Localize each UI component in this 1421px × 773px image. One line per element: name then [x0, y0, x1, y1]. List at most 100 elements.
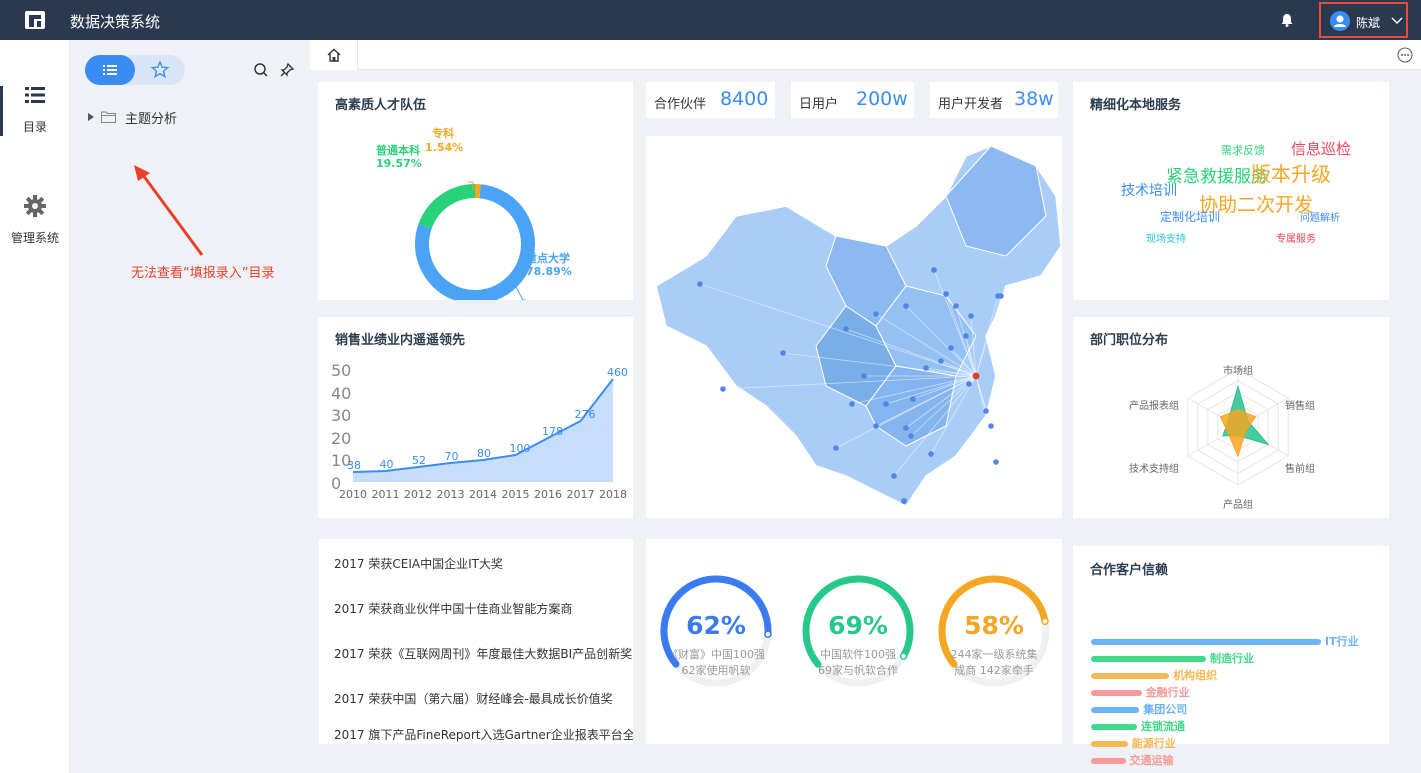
gauge-percent: 62% — [686, 611, 746, 640]
hub-point — [972, 372, 980, 380]
awards-card: 2017 荣获CEIA中国企业IT大奖 2017 荣获商业伙伴中国十佳商业智能方… — [319, 539, 633, 744]
donut-label: 重点大学 — [526, 251, 570, 265]
award-item: 2017 荣获中国（第六届）财经峰会-最具成长价值奖 — [334, 692, 613, 706]
cloud-word: 版本升级 — [1251, 162, 1331, 186]
client-bar — [1091, 639, 1321, 645]
list-icon — [25, 87, 45, 103]
city-point — [849, 401, 855, 407]
data-label: 70 — [445, 450, 459, 463]
city-point — [968, 313, 974, 319]
data-label: 52 — [412, 454, 426, 467]
client-bar — [1091, 656, 1206, 662]
city-point — [908, 433, 914, 439]
city-point — [928, 451, 934, 457]
client-bar — [1091, 673, 1170, 679]
x-tick-label: 2016 — [534, 488, 562, 501]
client-bar — [1091, 741, 1128, 747]
city-point — [923, 365, 929, 371]
data-label: 80 — [477, 447, 491, 460]
pin-icon[interactable] — [279, 62, 295, 78]
favorites-view-button[interactable] — [135, 55, 185, 85]
stat-daily-users: 日用户 200w — [791, 82, 914, 118]
bell-icon[interactable] — [1279, 12, 1295, 28]
user-menu[interactable]: 陈斌 — [1319, 2, 1408, 38]
nav-label: 目录 — [22, 120, 47, 134]
award-item: 2017 荣获《互联网周刊》年度最佳大数据BI产品创新奖 — [334, 647, 633, 661]
city-point — [697, 281, 703, 287]
tab-home[interactable] — [310, 40, 358, 70]
gauge-caption: 244家一级系统集 成商 142家牵手 — [937, 647, 1051, 679]
list-icon — [103, 65, 117, 75]
caret-right-icon — [88, 113, 94, 121]
dashboard-content: 高素质人才队伍 重点大学 78.89% 普通本科 19.57% 专科 1.54% 合作伙伴… — [310, 40, 1421, 773]
leader-line — [515, 286, 526, 300]
data-label: 40 — [380, 458, 394, 471]
stat-label: 合作伙伴 — [654, 97, 707, 112]
client-bar-label: 交通运输 — [1129, 754, 1174, 767]
client-bar-label: 连锁流通 — [1141, 720, 1185, 733]
client-bar — [1091, 707, 1140, 713]
clients-card: 合作客户信赖 IT行业 制造行业 机构组织 金融行业 集团公司 连锁流通 能源行业 交通运输 — [1073, 546, 1389, 767]
more-icon[interactable] — [1397, 47, 1413, 63]
donut-value: 1.54% — [425, 141, 463, 154]
y-tick-label: 50 — [331, 361, 351, 380]
x-tick-label: 2015 — [502, 488, 530, 501]
tab-bar — [310, 40, 1421, 70]
gauge-caption: 《财富》中国100强 62家使用帆软 — [659, 647, 773, 679]
y-tick-label: 40 — [331, 384, 351, 403]
city-point — [873, 423, 879, 429]
city-point — [988, 423, 994, 429]
radar-axis-label: 产品报表组 — [1129, 399, 1179, 412]
list-view-button[interactable] — [85, 55, 135, 85]
stat-value: 8400 — [720, 88, 769, 110]
gauge-caption-line: 69家与帆软合作 — [818, 664, 898, 677]
city-point — [983, 408, 989, 414]
x-tick-label: 2013 — [437, 488, 465, 501]
stat-value: 38w — [1014, 88, 1054, 110]
nav-item-management[interactable]: 管理系统 — [0, 195, 70, 246]
gauge-rings — [660, 575, 1050, 687]
left-nav: 目录 管理系统 — [0, 40, 70, 773]
dept-card: 部门职位分布 市场组 销售组 售前组 产品组 技术支持组 产品报表组 — [1073, 317, 1389, 518]
folder-icon — [101, 111, 116, 123]
talent-card: 高素质人才队伍 重点大学 78.89% 普通本科 19.57% 专科 1.54% — [318, 82, 633, 300]
top-bar: 数据决策系统 陈斌 — [0, 0, 1421, 40]
sales-card: 销售业绩业内遥遥领先 0 10 20 30 40 50 38 40 52 70 80 100 178 27… — [318, 317, 633, 518]
gauge-caption-line: 中国软件100强 — [820, 648, 896, 661]
gauges-card: 62% 《财富》中国100强 62家使用帆软 69% 中国软件100强 69家与帆软… — [646, 539, 1062, 744]
city-point — [780, 350, 786, 356]
card-title: 精细化本地服务 — [1090, 98, 1182, 113]
nav-label: 管理系统 — [10, 231, 59, 245]
annotation-text: 无法查看“填报录入”目录 — [131, 266, 275, 281]
client-bar-label: 金融行业 — [1145, 686, 1190, 699]
client-bar-label: 集团公司 — [1143, 703, 1188, 716]
app-logo-icon[interactable] — [24, 10, 46, 30]
cloud-word: 信息巡检 — [1291, 140, 1352, 158]
data-label: 276 — [575, 408, 596, 421]
y-tick-label: 20 — [331, 429, 351, 448]
talent-donut-chart: 重点大学78.89% 普通本科19.57% 专科1.54% — [376, 126, 572, 300]
app-title: 数据决策系统 — [70, 13, 161, 31]
gauge-caption-line: 成商 142家牵手 — [954, 664, 1034, 677]
gauge-caption-line: 244家一级系统集 — [950, 648, 1038, 661]
gauge-caption: 中国软件100强 69家与帆软合作 — [801, 647, 915, 679]
x-tick-label: 2018 — [599, 488, 627, 501]
award-item: 2017 荣获商业伙伴中国十佳商业智能方案商 — [334, 602, 573, 616]
nav-item-directory[interactable]: 目录 — [0, 86, 70, 135]
radar-axis-label: 产品组 — [1223, 498, 1253, 511]
avatar — [1330, 11, 1350, 31]
search-icon[interactable] — [253, 62, 269, 78]
y-tick-label: 30 — [331, 406, 351, 425]
tree-item-label: 主题分析 — [125, 112, 178, 127]
dept-radar-chart: 市场组销售组售前组产品组 技术支持组 产品报表组 — [1129, 364, 1315, 511]
city-point — [883, 401, 889, 407]
city-point — [833, 445, 839, 451]
x-tick-label: 2012 — [404, 488, 432, 501]
award-item: 2017 旗下产品FineReport入选Gartner企业报表平台全 — [334, 728, 633, 742]
donut-slice — [418, 184, 476, 229]
cloud-word: 现场支持 — [1146, 234, 1186, 245]
chevron-down-icon — [1391, 17, 1403, 25]
stat-developers: 用户开发者 38w — [930, 82, 1058, 118]
donut-label: 普通本科 — [376, 143, 420, 157]
x-tick-label: 2017 — [567, 488, 595, 501]
